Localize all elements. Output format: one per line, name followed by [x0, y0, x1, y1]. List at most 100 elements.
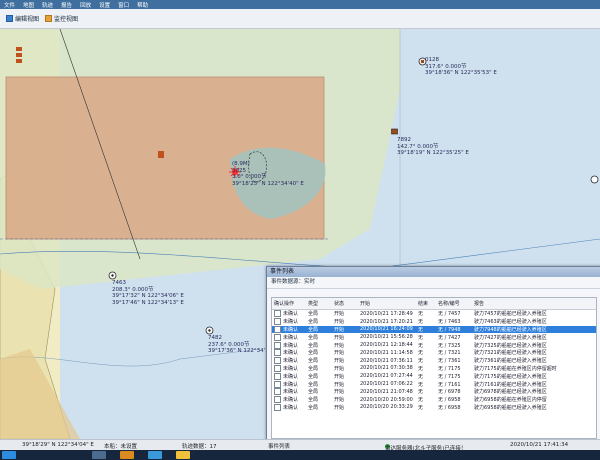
cursor-coordinates: 39°18'29" N 122°34'04" E [22, 442, 94, 448]
event-source-label: 事件数据源：实时 [267, 277, 600, 289]
row-checkbox[interactable] [274, 388, 281, 396]
col-status[interactable]: 状态 [332, 298, 358, 310]
col-report[interactable]: 报告 [472, 298, 596, 310]
table-row[interactable]: 未确认 全局 开始 2020/10/21 07:30:38 无 无 / 7175 驶力717… [272, 364, 596, 373]
taskbar-app-icon[interactable] [120, 451, 134, 459]
cell-confirm: 未确认 [272, 318, 306, 326]
event-table[interactable]: 确认操作 类型 状态 开始 结束 名称/编号 报告 未确认 全局 开始 2020/10… [271, 297, 597, 439]
cell-type: 全局 [308, 319, 319, 326]
ship-icon[interactable] [108, 271, 117, 280]
menu-file[interactable]: 文件 [4, 1, 15, 9]
cell-type: 全局 [308, 350, 319, 357]
table-row[interactable]: 未确认 全局 开始 2020/10/20 20:59:00 无 无 / 6958 驶力695… [272, 396, 596, 404]
taskbar-app-icon[interactable] [92, 451, 106, 459]
edit-view-button[interactable]: 编辑视图 [6, 14, 39, 23]
row-checkbox[interactable] [274, 318, 281, 326]
ship-icon[interactable] [390, 127, 399, 136]
monitor-view-icon [45, 15, 53, 22]
cell-status: 开始 [334, 342, 345, 349]
cell-confirm: 未确认 [272, 380, 306, 388]
ship-icon[interactable] [205, 326, 214, 335]
menu-replay[interactable]: 回放 [80, 1, 91, 9]
row-checkbox[interactable] [274, 396, 281, 404]
cell-name: 无 / 7161 [438, 381, 461, 388]
cell-report: 驶力7321的船舶已经驶入养殖区 [474, 350, 547, 357]
vessel-position: 39°17'32" N 122°34'06" E [112, 293, 184, 299]
event-list-dialog[interactable]: 事件列表 事件数据源：实时 确认操作 类型 状态 开始 结束 名称/编号 报告 … [266, 266, 600, 442]
menu-track[interactable]: 轨迹 [42, 1, 53, 9]
dialog-title: 事件列表 [267, 267, 600, 277]
cell-confirm: 未确认 [272, 364, 306, 373]
ship-icon[interactable] [418, 57, 427, 66]
vessel-label-3025[interactable]: (8.9M) 3025 3.0° 0.000节 39°18'25" N 122°… [232, 161, 304, 187]
menu-help[interactable]: 帮助 [137, 1, 148, 9]
monitor-view-button[interactable]: 监控视图 [45, 14, 78, 23]
ship-icon[interactable] [590, 175, 599, 184]
cell-end: 无 [418, 365, 424, 372]
cell-report: 驶力7457的船舶已经驶入养殖区 [474, 311, 547, 318]
col-name[interactable]: 名称/编号 [436, 298, 472, 310]
cell-type: 全局 [308, 311, 319, 318]
menu-report[interactable]: 报告 [61, 1, 72, 9]
row-checkbox[interactable] [274, 403, 281, 411]
row-checkbox[interactable] [274, 341, 281, 349]
table-row[interactable]: 未确认 全局 开始 2020/10/21 11:14:58 无 无 / 7321 驶力732… [272, 349, 596, 357]
row-checkbox[interactable] [274, 333, 281, 341]
cell-status: 开始 [334, 381, 345, 388]
col-confirm[interactable]: 确认操作 [272, 298, 306, 310]
table-row[interactable]: 未确认 全局 开始 2020/10/20 20:33:29 无 无 / 6958 驶力695… [272, 403, 596, 412]
cell-end: 无 [418, 358, 424, 365]
table-row[interactable]: 未确认 全局 开始 2020/10/21 07:36:11 无 无 / 7361 驶力736… [272, 357, 596, 365]
menu-window[interactable]: 窗口 [118, 1, 129, 9]
row-checkbox[interactable] [274, 349, 281, 357]
cell-end: 无 [418, 311, 424, 318]
cell-confirm: 未确认 [272, 357, 306, 365]
row-checkbox[interactable] [274, 357, 281, 365]
taskbar-app-icon[interactable] [148, 451, 162, 459]
cell-end: 无 [416, 325, 436, 334]
cell-report: 驶力7175的船舶已经驶入养殖区 [474, 373, 547, 380]
cell-status: 开始 [334, 365, 345, 372]
cell-confirm: 未确认 [272, 349, 306, 357]
cell-name: 无 / 6958 [438, 397, 461, 404]
menu-map[interactable]: 地图 [23, 1, 34, 9]
cell-end: 无 [418, 334, 424, 341]
cell-type: 全局 [308, 404, 319, 411]
vessel-position: 39°18'25" N 122°34'40" E [232, 180, 304, 187]
vessel-label-0128[interactable]: 0128 317.6° 0.000节 39°18'36" N 122°35'53… [425, 57, 497, 77]
cell-start: 2020/10/21 11:14:58 [360, 349, 413, 356]
cell-status: 开始 [334, 350, 345, 357]
cell-end: 无 [418, 397, 424, 404]
cell-status: 开始 [334, 373, 345, 380]
menu-bar: 文件 地图 轨迹 报告 回放 设置 窗口 帮助 [0, 0, 600, 9]
cell-type: 全局 [308, 358, 319, 365]
event-rows: 未确认 全局 开始 2020/10/21 17:28:49 无无 / 7457 驶力745… [272, 310, 596, 412]
row-checkbox[interactable] [274, 310, 281, 318]
table-row[interactable]: 未确认 全局 开始 2020/10/21 12:18:44 无 无 / 7325 驶力732… [272, 341, 596, 349]
table-row[interactable]: 未确认 全局 开始 2020/10/21 15:56:28 无 无 / 7427 驶力742… [272, 333, 596, 341]
row-checkbox[interactable] [274, 380, 281, 388]
table-row[interactable]: 未确认 全局 开始 2020/10/21 07:06:22 无 无 / 7161 驶力716… [272, 380, 596, 388]
table-row[interactable]: 未确认 全局 开始 2020/10/21 21:07:48 无 无 / 6978 驶力697… [272, 388, 596, 396]
col-end[interactable]: 结束 [416, 298, 436, 310]
row-checkbox[interactable] [274, 372, 281, 380]
row-checkbox[interactable] [274, 325, 281, 333]
col-type[interactable]: 类型 [306, 298, 332, 310]
vessel-label-7892[interactable]: 7892 142.7° 0.000节 39°18'19" N 122°35'25… [397, 137, 469, 157]
table-row[interactable]: 未确认 全局 开始 2020/10/21 17:20:21 无 无 / 7463 驶力746… [272, 318, 596, 326]
table-row[interactable]: 未确认 全局 开始 2020/10/21 17:28:49 无 无 / 7457 驶力745… [272, 310, 596, 318]
vessel-label-7463[interactable]: 7463 208.3° 0.000节 39°17'32" N 122°34'06… [112, 280, 184, 306]
table-row[interactable]: 未确认 全局 开始 2020/10/21 16:24:09 无无 / 7948 驶力794… [272, 325, 596, 334]
cell-type: 全局 [308, 365, 319, 372]
col-start[interactable]: 开始 [358, 298, 416, 310]
row-checkbox[interactable] [274, 364, 281, 372]
cell-report: 驶力6978的船舶已经驶入养殖区 [474, 389, 547, 396]
event-list-tab[interactable]: 事件列表 [268, 442, 290, 450]
menu-settings[interactable]: 设置 [99, 1, 110, 9]
table-row[interactable]: 未确认 全局 开始 2020/10/21 07:27:44 无 无 / 7175 驶力717… [272, 372, 596, 380]
taskbar-app-icon[interactable] [176, 451, 190, 459]
cell-confirm: 未确认 [272, 325, 306, 334]
cell-start: 2020/10/21 12:18:44 [360, 342, 413, 349]
start-icon[interactable] [2, 451, 16, 459]
monitor-view-label: 监控视图 [54, 16, 79, 23]
